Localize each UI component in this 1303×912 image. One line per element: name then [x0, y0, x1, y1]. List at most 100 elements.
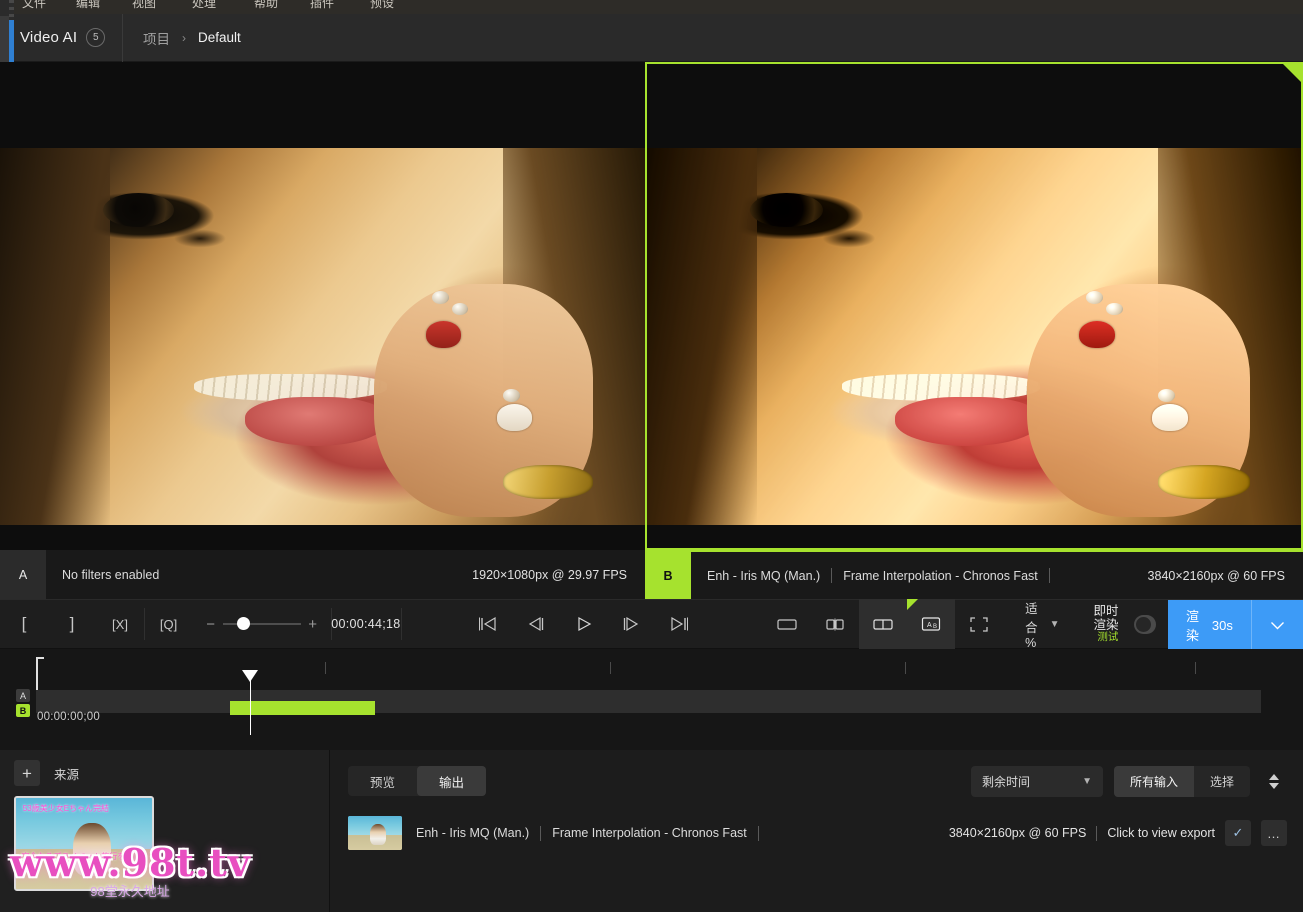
- timeline-lane-label-a[interactable]: A: [16, 689, 30, 702]
- menu-item-file[interactable]: 文件: [22, 0, 46, 11]
- menu-item-presets[interactable]: 预设: [370, 0, 394, 11]
- output-controls: 剩余时间 ▼ 所有输入 选择: [970, 766, 1287, 797]
- svg-text:A: A: [927, 622, 932, 629]
- sort-select[interactable]: 剩余时间 ▼: [970, 766, 1103, 797]
- export-confirm-button[interactable]: ✓: [1225, 820, 1251, 846]
- pearl-b2: [1105, 302, 1123, 316]
- tab-preview[interactable]: 预览: [348, 766, 417, 796]
- render-button[interactable]: 渲染 30s: [1168, 600, 1251, 650]
- fullscreen-button[interactable]: [955, 599, 1003, 649]
- divider-icon-b1: [831, 568, 833, 583]
- letterbox-bottom-a: [0, 525, 645, 550]
- export-model: Enh - Iris MQ (Man.): [416, 826, 530, 840]
- breadcrumb-root[interactable]: 项目: [143, 28, 170, 48]
- render-options-button[interactable]: [1251, 600, 1303, 650]
- timeline-tick: [905, 662, 906, 674]
- output-panel: 预览 输出 剩余时间 ▼ 所有输入 选择 Enh - Iris MQ (Man.…: [330, 750, 1303, 912]
- view-split-button[interactable]: [811, 599, 859, 649]
- timeline-tick: [1195, 662, 1196, 674]
- mark-out-button[interactable]: ]: [48, 600, 96, 648]
- view-ab-compare-button[interactable]: A B: [907, 599, 956, 649]
- info-bar-a: A No filters enabled 1920×1080px @ 29.97…: [0, 550, 645, 599]
- step-forward-icon[interactable]: [607, 600, 655, 648]
- go-to-start-icon[interactable]: [463, 600, 511, 648]
- active-pane-marker-icon: [1281, 62, 1303, 84]
- export-view-link[interactable]: Click to view export: [1107, 826, 1215, 840]
- ring-a: [503, 464, 594, 499]
- realtime-toggle[interactable]: [1134, 614, 1157, 634]
- export-thumb-figure: [369, 824, 386, 845]
- resolution-b: 3840×2160px @ 60 FPS: [1147, 568, 1285, 583]
- menu-item-plugins[interactable]: 插件: [310, 0, 334, 11]
- pane-tag-a[interactable]: A: [0, 550, 46, 599]
- brand[interactable]: Video AI 5: [14, 14, 122, 61]
- zoom-slider-track[interactable]: [222, 617, 301, 630]
- menu-item-help[interactable]: 帮助: [254, 0, 278, 11]
- version-badge: 5: [86, 28, 106, 47]
- timeline-tick: [610, 662, 611, 674]
- tongue-b: [895, 396, 1040, 446]
- zoom-slider[interactable]: − +: [193, 616, 331, 633]
- timeline-ruler[interactable]: [0, 649, 1303, 675]
- preview-pane-a[interactable]: [0, 62, 645, 550]
- go-to-end-icon[interactable]: [655, 600, 703, 648]
- timeline-clip-b[interactable]: [230, 701, 375, 715]
- app-header: Video AI 5 项目 › Default: [14, 13, 1303, 62]
- menu-item-view[interactable]: 视图: [132, 0, 156, 11]
- ring-b: [1158, 464, 1251, 499]
- zoom-fit-button[interactable]: [Q]: [145, 600, 193, 648]
- clear-marks-button[interactable]: [X]: [96, 600, 144, 648]
- playhead-handle-icon[interactable]: [242, 670, 258, 682]
- zoom-in-icon[interactable]: +: [307, 616, 319, 633]
- timeline-track-b[interactable]: [36, 701, 1261, 713]
- export-more-button[interactable]: …: [1261, 820, 1287, 846]
- video-frame-b: [645, 148, 1303, 525]
- svg-text:B: B: [933, 624, 937, 630]
- preview-stage[interactable]: [0, 62, 1303, 550]
- breadcrumb: 项目 › Default: [123, 28, 241, 48]
- menu-item-edit[interactable]: 编辑: [76, 0, 100, 11]
- timeline-playhead[interactable]: [242, 670, 258, 735]
- current-timecode[interactable]: 00:00:44;18: [331, 600, 400, 648]
- filter-all-inputs[interactable]: 所有输入: [1113, 766, 1194, 797]
- chevron-right-icon: ›: [182, 30, 186, 45]
- thumb-caption-mid: 完全なるプライベート旅行を: [21, 851, 126, 861]
- render-button-time: 30s: [1211, 617, 1233, 633]
- fit-zoom-label: 适合 %: [1025, 602, 1038, 650]
- export-thumbnail[interactable]: [348, 816, 402, 850]
- filter-selection[interactable]: 选择: [1194, 766, 1250, 797]
- add-source-button[interactable]: +: [14, 760, 40, 786]
- preview-pane-b[interactable]: [645, 62, 1303, 550]
- timeline-lane-label-b[interactable]: B: [16, 704, 30, 717]
- filter-segmented-control: 所有输入 选择: [1113, 766, 1250, 797]
- zoom-slider-knob[interactable]: [236, 617, 250, 630]
- menu-item-process[interactable]: 处理: [192, 0, 216, 11]
- view-single-button[interactable]: [763, 599, 811, 649]
- fit-zoom-select[interactable]: 适合 % ▼: [1003, 600, 1073, 650]
- pearl-a3: [503, 389, 520, 403]
- source-panel-header: + 来源: [0, 750, 329, 796]
- export-interpolation: Frame Interpolation - Chronos Fast: [552, 826, 747, 840]
- sort-direction-stepper[interactable]: [1261, 766, 1287, 797]
- divider-icon-e3: [1096, 825, 1098, 841]
- pane-tag-b[interactable]: B: [645, 551, 691, 600]
- letterbox-bottom-b: [645, 525, 1303, 550]
- caret-up-icon: [1269, 774, 1279, 780]
- output-tabs: 预览 输出: [348, 766, 487, 796]
- breadcrumb-current[interactable]: Default: [198, 30, 241, 45]
- export-list-item[interactable]: Enh - Iris MQ (Man.) Frame Interpolation…: [330, 810, 1303, 856]
- render-button-label: 渲染: [1186, 609, 1200, 643]
- play-icon[interactable]: [559, 600, 607, 648]
- source-thumbnail[interactable]: 53歳美少女Eちゃん完結 完全なるプライベート旅行を: [14, 796, 154, 891]
- eye-a: [103, 193, 175, 228]
- info-bar-b: B Enh - Iris MQ (Man.) Frame Interpolati…: [645, 550, 1303, 600]
- step-back-icon[interactable]: [511, 600, 559, 648]
- menubar[interactable]: 文件 编辑 视图 处理 帮助 插件 预设: [14, 0, 1303, 14]
- tab-output[interactable]: 输出: [417, 766, 487, 796]
- mark-in-button[interactable]: [: [0, 600, 48, 648]
- app-root: 文件 编辑 视图 处理 帮助 插件 预设 Video AI 5 项目 › Def…: [0, 0, 1303, 912]
- nail-white-a: [496, 404, 533, 431]
- chevron-down-icon-fit: ▼: [1049, 618, 1060, 630]
- view-sidebyside-button[interactable]: [859, 599, 908, 649]
- zoom-out-icon[interactable]: −: [205, 616, 217, 633]
